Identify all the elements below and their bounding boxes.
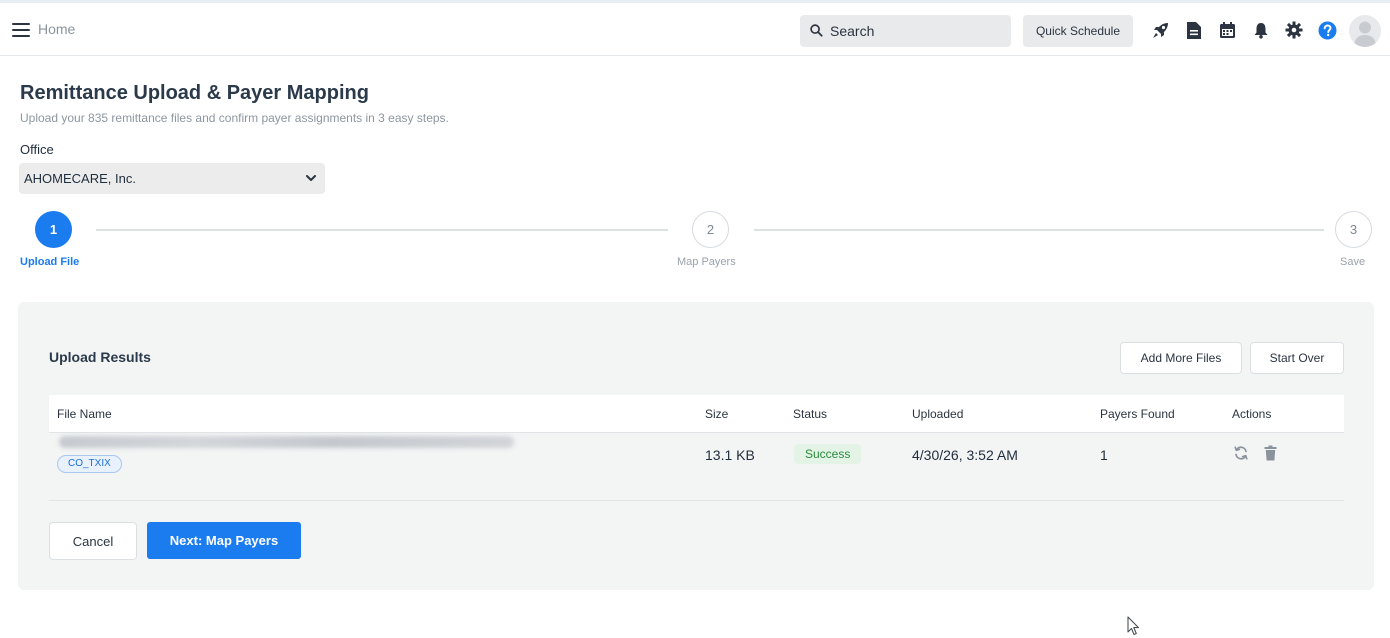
office-label: Office — [20, 142, 54, 157]
step-3-circle: 3 — [1335, 211, 1372, 248]
page-subtitle: Upload your 835 remittance files and con… — [20, 111, 449, 125]
step-2-circle: 2 — [692, 211, 729, 248]
divider — [49, 500, 1344, 501]
step-1-circle: 1 — [35, 211, 72, 248]
column-header-payers-found: Payers Found — [1100, 407, 1175, 421]
bell-icon[interactable] — [1250, 18, 1272, 42]
document-icon[interactable] — [1183, 18, 1205, 42]
search-box[interactable] — [800, 15, 1011, 47]
column-header-file-name: File Name — [57, 407, 112, 421]
add-more-files-button[interactable]: Add More Files — [1120, 342, 1242, 374]
office-select[interactable]: AHOMECARE, Inc. — [19, 163, 325, 194]
upload-results-title: Upload Results — [49, 349, 151, 365]
calendar-icon[interactable] — [1216, 18, 1238, 42]
payers-found-count: 1 — [1100, 447, 1108, 463]
top-bar: Home Quick Schedule — [0, 0, 1390, 56]
status-badge: Success — [794, 444, 862, 464]
stepper-connector — [754, 229, 1324, 231]
quick-schedule-button[interactable]: Quick Schedule — [1023, 15, 1133, 47]
step-3-label: Save — [1340, 256, 1366, 268]
column-header-actions: Actions — [1232, 407, 1272, 421]
reprocess-icon[interactable] — [1232, 444, 1250, 462]
cancel-button[interactable]: Cancel — [49, 522, 137, 560]
mouse-cursor-icon — [1127, 616, 1141, 638]
table-header: File Name Size Status Uploaded Payers Fo… — [49, 395, 1344, 433]
stepper-connector — [96, 229, 668, 231]
help-icon[interactable] — [1316, 18, 1338, 42]
page-title: Remittance Upload & Payer Mapping — [20, 82, 369, 104]
step-2-label: Map Payers — [677, 256, 736, 268]
gear-icon[interactable] — [1283, 18, 1305, 42]
column-header-size: Size — [705, 407, 729, 421]
office-selected-value: AHOMECARE, Inc. — [24, 171, 136, 186]
payer-tag: CO_TXIX — [57, 455, 122, 473]
column-header-status: Status — [793, 407, 828, 421]
table-row: CO_TXIX 13.1 KB Success 4/30/26, 3:52 AM… — [49, 433, 1344, 475]
trash-icon[interactable] — [1261, 444, 1279, 462]
uploaded-timestamp: 4/30/26, 3:52 AM — [912, 447, 1018, 463]
home-link[interactable]: Home — [38, 21, 75, 37]
next-map-payers-button[interactable]: Next: Map Payers — [147, 522, 301, 559]
search-icon — [810, 24, 823, 37]
upload-results-card: Upload Results Add More Files Start Over… — [18, 302, 1374, 590]
avatar[interactable] — [1349, 15, 1381, 47]
start-over-button[interactable]: Start Over — [1250, 342, 1344, 374]
rocket-icon[interactable] — [1150, 18, 1172, 42]
search-input[interactable] — [830, 15, 1006, 47]
column-header-uploaded: Uploaded — [912, 407, 964, 421]
file-size: 13.1 KB — [705, 447, 755, 463]
menu-icon[interactable] — [12, 23, 30, 37]
file-name-redacted — [59, 436, 514, 448]
chevron-down-icon — [306, 175, 316, 181]
step-1-label: Upload File — [20, 256, 80, 268]
